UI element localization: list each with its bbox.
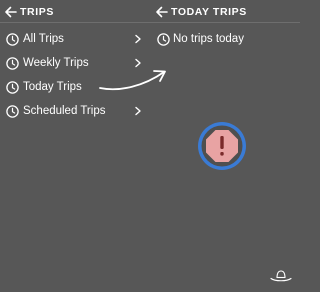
clock-icon (6, 56, 19, 70)
page-title: TRIPS (20, 6, 54, 18)
divider (150, 22, 300, 23)
clock-icon (6, 32, 19, 46)
list-item-label: All Trips (23, 33, 64, 45)
arrow-left-icon[interactable] (4, 5, 18, 19)
arrow-left-icon[interactable] (155, 5, 169, 19)
trips-header: TRIPS (4, 3, 54, 21)
today-trips-header: TODAY TRIPS (155, 3, 247, 21)
list-item-scheduled-trips[interactable]: Scheduled Trips (0, 99, 150, 123)
clock-icon (157, 32, 170, 46)
clock-icon (6, 80, 19, 94)
alert-octagon-icon (198, 122, 246, 170)
trips-panel: TRIPS All Trips Weekly Trips Today Trips… (0, 0, 150, 292)
list-item-label: Weekly Trips (23, 57, 89, 69)
list-item-label: Scheduled Trips (23, 105, 106, 117)
empty-state-message: No trips today (173, 33, 244, 45)
chevron-right-icon (135, 106, 141, 116)
divider (0, 22, 150, 23)
page-title: TODAY TRIPS (171, 6, 247, 18)
empty-state-row: No trips today (150, 27, 300, 51)
clock-icon (6, 104, 19, 118)
hat-logo-icon (270, 270, 292, 282)
list-item-all-trips[interactable]: All Trips (0, 27, 150, 51)
curved-arrow-icon (99, 70, 166, 91)
list-item-label: Today Trips (23, 81, 82, 93)
chevron-right-icon (135, 34, 141, 44)
